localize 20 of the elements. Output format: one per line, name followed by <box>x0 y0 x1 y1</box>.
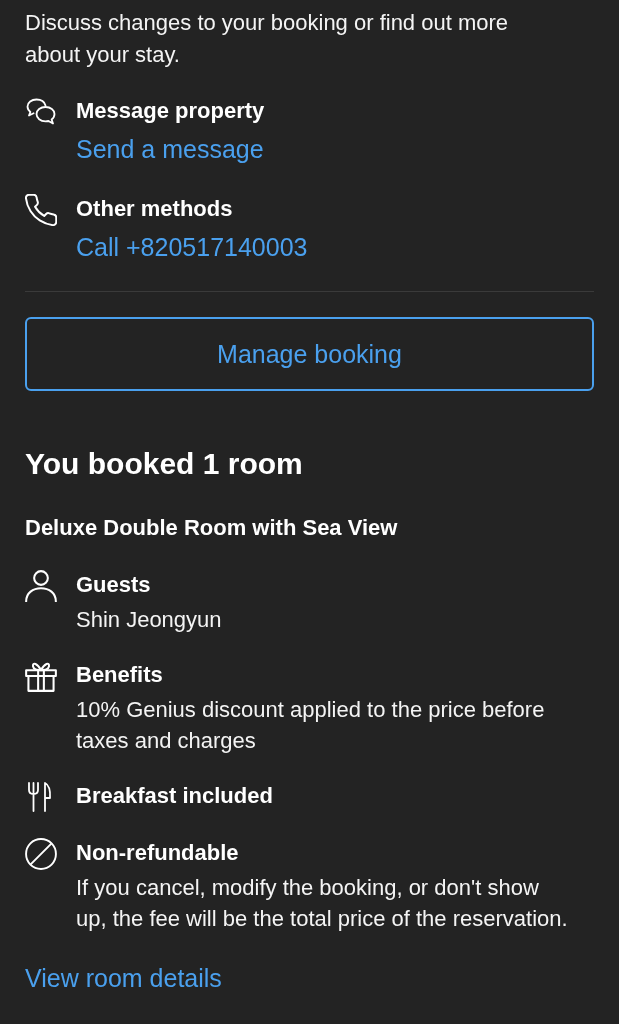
view-room-details-link[interactable]: View room details <box>25 961 222 995</box>
gift-icon <box>25 660 57 692</box>
detail-title: Benefits <box>76 661 164 689</box>
detail-text: If you cancel, modify the booking, or don't show up, the fee will be the total price of the reservation. <box>76 874 569 933</box>
contact-intro-text: Discuss changes to your booking or find out more about your stay. <box>25 9 510 69</box>
detail-text: 10% Genius discount applied to the price before taxes and charges <box>76 696 546 755</box>
contact-link[interactable]: Send a message <box>76 132 264 166</box>
room-name: Deluxe Double Room with Sea View <box>25 514 399 542</box>
phone-icon <box>25 194 57 226</box>
prohibited-icon <box>25 838 57 870</box>
manage-booking-button[interactable]: Manage booking <box>25 317 594 391</box>
detail-text: Shin Jeongyun <box>76 606 223 634</box>
contact-link[interactable]: Call +820517140003 <box>76 230 308 264</box>
detail-title: Breakfast included <box>76 782 274 810</box>
detail-title: Non-refundable <box>76 839 240 867</box>
contact-method-title: Other methods <box>76 195 234 223</box>
contact-method-title: Message property <box>76 97 266 125</box>
detail-title: Guests <box>76 571 152 599</box>
booking-heading: You booked 1 room <box>25 446 304 482</box>
person-icon <box>25 570 57 602</box>
